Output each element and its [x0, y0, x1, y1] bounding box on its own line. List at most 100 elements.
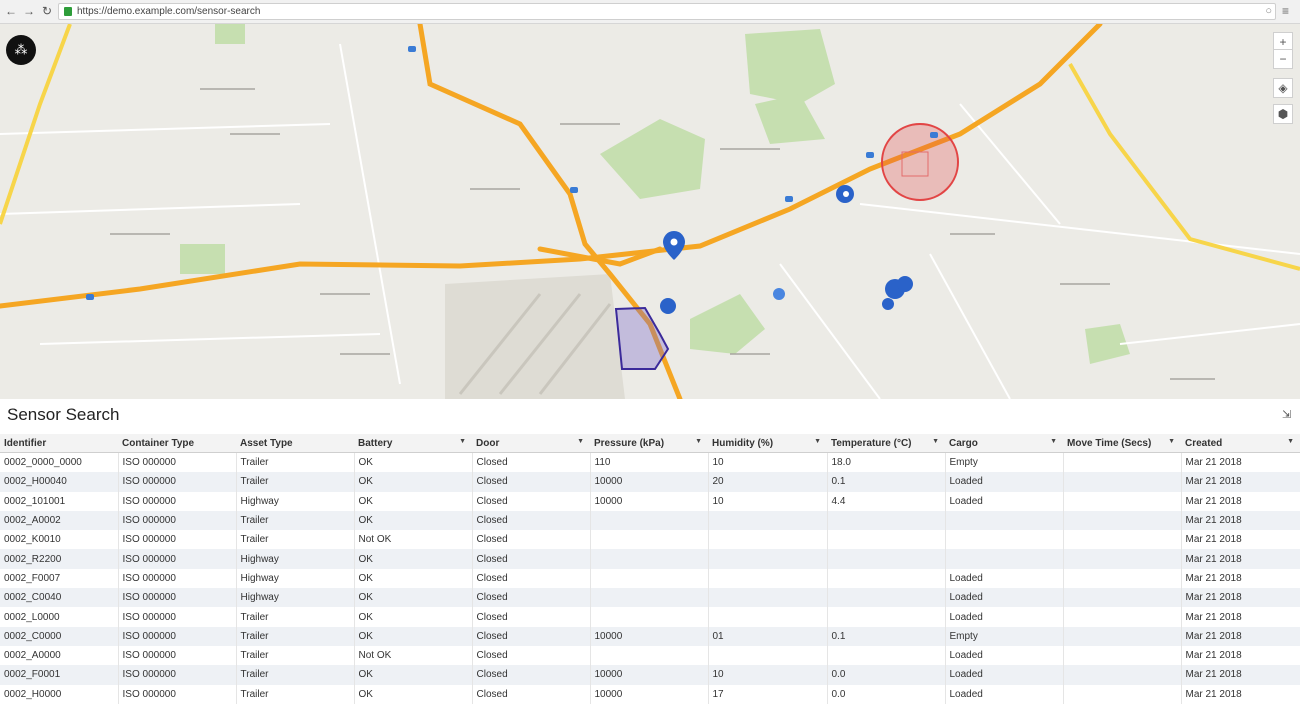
export-icon[interactable]: ⇲: [1282, 408, 1294, 421]
table-cell: [590, 530, 709, 550]
park-area: [180, 244, 225, 274]
geofence-polygon[interactable]: [614, 306, 670, 370]
table-cell: Mar 21 2018: [1181, 549, 1300, 569]
address-bar[interactable]: https://demo.example.com/sensor-search ○: [58, 3, 1276, 20]
table-cell: ISO 000000: [118, 665, 237, 685]
table-cell: 0002_F0001: [0, 665, 119, 685]
column-header-label: Cargo: [949, 437, 978, 449]
sort-arrow-icon[interactable]: ▼: [1287, 438, 1294, 445]
table-row[interactable]: 0002_R2200 ISO 000000 Highway OK Closed Mar 2…: [0, 549, 1300, 569]
sort-arrow-icon[interactable]: ▼: [695, 438, 702, 445]
park-area: [600, 119, 705, 199]
table-row[interactable]: 0002_A0000 ISO 000000 Trailer Not OK Closed L…: [0, 645, 1300, 666]
sort-arrow-icon[interactable]: ▼: [814, 438, 821, 445]
sensor-table: Identifier Container Type Asset Type Batter…: [0, 434, 1300, 704]
column-header[interactable]: Created ▼: [1181, 434, 1300, 453]
table-cell: 10: [708, 452, 828, 473]
table-cell: Mar 21 2018: [1181, 510, 1300, 531]
table-cell: Highway: [236, 549, 355, 569]
menu-icon[interactable]: ≡: [1282, 4, 1289, 18]
table-row[interactable]: 0002_0000_0000 ISO 000000 Trailer OK Closed 1…: [0, 452, 1300, 473]
column-header[interactable]: Cargo ▼: [945, 434, 1063, 453]
table-cell: OK: [354, 472, 473, 492]
sensor-marker[interactable]: [882, 298, 894, 310]
browser-toolbar: ← → ↻ https://demo.example.com/sensor-se…: [0, 0, 1300, 24]
bookmark-icon[interactable]: ○: [1265, 5, 1272, 17]
column-header[interactable]: Humidity (%) ▼: [708, 434, 827, 453]
url-text: https://demo.example.com/sensor-search: [77, 6, 261, 17]
table-cell: Mar 21 2018: [1185, 688, 1242, 700]
table-cell: 10: [708, 491, 828, 511]
column-header[interactable]: Container Type: [118, 434, 236, 453]
column-header[interactable]: Door ▼: [472, 434, 590, 453]
table-cell: OK: [354, 568, 473, 589]
table-cell: 18.0: [827, 452, 946, 473]
sensor-marker[interactable]: [660, 298, 676, 314]
column-header-label: Humidity (%): [712, 437, 774, 449]
sort-arrow-icon[interactable]: ▼: [1050, 438, 1057, 445]
sensor-marker[interactable]: [773, 288, 785, 300]
table-row[interactable]: 0002_C0000 ISO 000000 Trailer OK Closed 10000…: [0, 626, 1300, 646]
table-cell: [1063, 530, 1182, 550]
table-cell: Closed: [472, 452, 591, 473]
table-cell: Loaded: [945, 665, 1064, 685]
sort-arrow-icon[interactable]: ▼: [459, 438, 466, 445]
table-row[interactable]: 0002_H0000 ISO 000000 Trailer OK Closed 10000…: [0, 684, 1300, 704]
park-area: [215, 24, 245, 44]
app-logo[interactable]: ⁂: [6, 35, 36, 65]
back-icon[interactable]: ←: [4, 4, 18, 18]
table-row[interactable]: 0002_F0007 ISO 000000 Highway OK Closed Loade…: [0, 568, 1300, 589]
sort-arrow-icon[interactable]: ▼: [932, 438, 939, 445]
table-cell: [708, 645, 828, 666]
table-cell: [827, 568, 946, 589]
map-canvas[interactable]: [0, 24, 1300, 399]
forward-icon[interactable]: →: [22, 4, 36, 18]
table-cell: [1063, 665, 1182, 685]
table-row[interactable]: 0002_L0000 ISO 000000 Trailer OK Closed Loade…: [0, 607, 1300, 627]
column-header-label: Container Type: [122, 437, 195, 449]
table-cell: [708, 549, 828, 569]
sort-arrow-icon[interactable]: ▼: [1168, 438, 1175, 445]
geofence-circle[interactable]: [881, 123, 959, 201]
table-cell: 0002_H0000: [0, 684, 119, 704]
layers-button[interactable]: ◈: [1273, 78, 1293, 98]
column-header[interactable]: Pressure (kPa) ▼: [590, 434, 708, 453]
table-cell: Closed: [472, 684, 591, 704]
map-view[interactable]: ⁂ + − ◈ ⬢: [0, 24, 1300, 399]
table-cell: OK: [354, 626, 473, 646]
table-cell: [708, 588, 828, 608]
table-cell: [1063, 549, 1182, 569]
table-row[interactable]: 0002_F0001 ISO 000000 Trailer OK Closed 10000…: [0, 665, 1300, 685]
reload-icon[interactable]: ↻: [40, 4, 54, 18]
column-header[interactable]: Asset Type: [236, 434, 354, 453]
column-header[interactable]: Move Time (Secs) ▼: [1063, 434, 1181, 453]
table-cell: Loaded: [945, 607, 1064, 627]
table-row[interactable]: 0002_A0002 ISO 000000 Trailer OK Closed Mar 2…: [0, 510, 1300, 531]
table-cell: ISO 000000: [118, 530, 237, 550]
column-header[interactable]: Battery ▼: [354, 434, 472, 453]
sensor-marker[interactable]: [663, 231, 685, 260]
column-header[interactable]: Temperature (°C) ▼: [827, 434, 945, 453]
column-header-label: Door: [476, 437, 500, 449]
table-cell: Not OK: [354, 645, 473, 666]
table-cell: Loaded: [945, 491, 1064, 511]
table-cell: Closed: [472, 472, 591, 492]
table-cell: 17: [708, 684, 828, 704]
draw-button[interactable]: ⬢: [1273, 104, 1293, 124]
table-row[interactable]: 0002_101001 ISO 000000 Highway OK Closed 1000…: [0, 491, 1300, 511]
table-row[interactable]: 0002_H00040 ISO 000000 Trailer OK Closed 1000…: [0, 472, 1300, 492]
sort-arrow-icon[interactable]: ▼: [577, 438, 584, 445]
table-row[interactable]: 0002_K0010 ISO 000000 Trailer Not OK Closed M…: [0, 530, 1300, 550]
table-cell: Trailer: [236, 472, 355, 492]
zoom-out-button[interactable]: −: [1273, 49, 1293, 69]
table-cell: [827, 607, 946, 627]
column-header-label: Identifier: [4, 437, 47, 449]
table-cell: [1063, 588, 1182, 608]
table-cell: 10000: [590, 491, 709, 511]
column-header[interactable]: Identifier: [0, 434, 118, 453]
table-row[interactable]: 0002_C0040 ISO 000000 Highway OK Closed Loade…: [0, 588, 1300, 608]
table-cell: ISO 000000: [118, 684, 237, 704]
table-cell: ISO 000000: [118, 549, 237, 569]
table-cell: Closed: [472, 530, 591, 550]
sensor-marker[interactable]: [897, 276, 913, 292]
